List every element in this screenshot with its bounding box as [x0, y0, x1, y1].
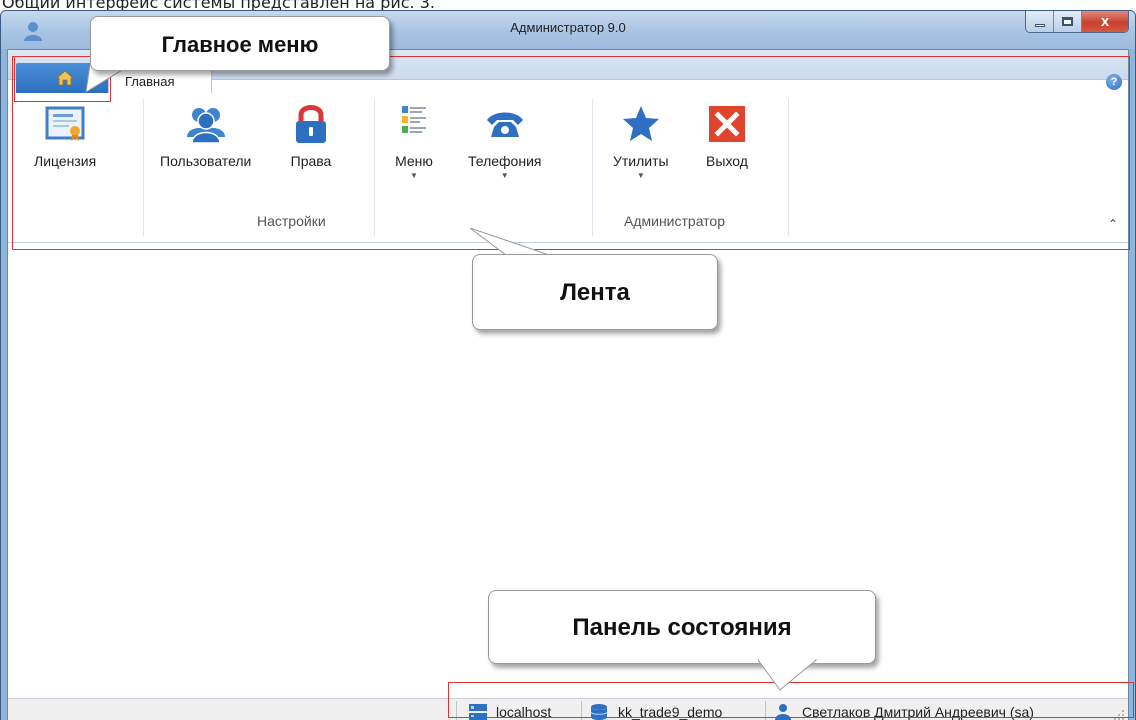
group-label-administrator: Администратор	[624, 213, 726, 229]
users-button[interactable]: Пользователи	[160, 103, 251, 169]
ribbon-callout: Лента	[472, 254, 718, 330]
chevron-down-icon: ▼	[500, 171, 509, 180]
star-icon	[622, 106, 659, 141]
menu-label: Меню	[395, 153, 433, 169]
chevron-down-icon: ▼	[410, 171, 418, 180]
group-label-settings: Настройки	[257, 213, 326, 229]
ribbon-divider	[374, 99, 375, 236]
users-icon	[186, 108, 225, 144]
license-icon	[45, 106, 85, 141]
resize-grip-icon[interactable]	[1113, 709, 1125, 720]
collapse-ribbon-icon[interactable]: ⌃	[1108, 217, 1118, 231]
status-user: Светлаков Дмитрий Андреевич (sa)	[774, 703, 1034, 720]
users-label: Пользователи	[160, 153, 252, 169]
home-icon	[56, 70, 74, 86]
exit-button[interactable]: Выход	[706, 103, 748, 169]
telephony-label: Телефония	[468, 153, 542, 169]
chevron-down-icon: ▼	[636, 171, 645, 180]
lock-icon	[296, 105, 326, 143]
help-icon[interactable]: ?	[1106, 74, 1122, 90]
rights-label: Права	[290, 153, 332, 169]
main-menu-callout: Главное меню	[90, 16, 390, 71]
maximize-icon	[1062, 17, 1073, 26]
rights-button[interactable]: Права	[290, 103, 332, 169]
database-name: kk_trade9_demo	[618, 704, 723, 720]
status-divider	[581, 701, 582, 720]
database-icon	[590, 704, 608, 720]
status-panel-callout: Панель состояния	[488, 590, 876, 664]
exit-label: Выход	[706, 153, 748, 169]
utilities-label: Утилиты	[613, 153, 669, 169]
window-controls: x	[1025, 11, 1129, 33]
status-divider	[765, 701, 766, 720]
server-name: localhost	[496, 704, 552, 720]
ribbon-divider	[592, 99, 593, 236]
license-button[interactable]: Лицензия	[34, 103, 96, 169]
menu-button[interactable]: Меню ▼	[393, 103, 435, 180]
status-database: kk_trade9_demo	[590, 703, 722, 720]
close-button[interactable]: x	[1082, 11, 1128, 32]
minimize-icon	[1034, 23, 1045, 27]
maximize-button[interactable]	[1054, 11, 1082, 32]
status-bar: localhost kk_trade9_demo Светлаков Дмитр…	[8, 698, 1128, 720]
license-label: Лицензия	[34, 153, 97, 169]
exit-icon	[709, 106, 745, 142]
ribbon-divider	[143, 99, 144, 236]
status-server: localhost	[468, 703, 551, 720]
telephony-button[interactable]: Телефония ▼	[468, 103, 541, 180]
user-name: Светлаков Дмитрий Андреевич (sa)	[802, 704, 1034, 720]
server-icon	[469, 704, 487, 720]
utilities-button[interactable]: Утилиты ▼	[613, 103, 669, 180]
minimize-button[interactable]	[1026, 11, 1054, 32]
ribbon: Лицензия Пользователи Права Меню ▼ Телеф…	[8, 93, 1128, 243]
menu-icon	[402, 106, 426, 133]
close-icon: x	[1100, 13, 1110, 30]
ribbon-divider	[788, 99, 789, 236]
status-divider	[456, 701, 457, 720]
user-icon	[775, 704, 791, 720]
status-panel-callout-tail	[758, 658, 818, 691]
phone-icon	[486, 112, 523, 137]
